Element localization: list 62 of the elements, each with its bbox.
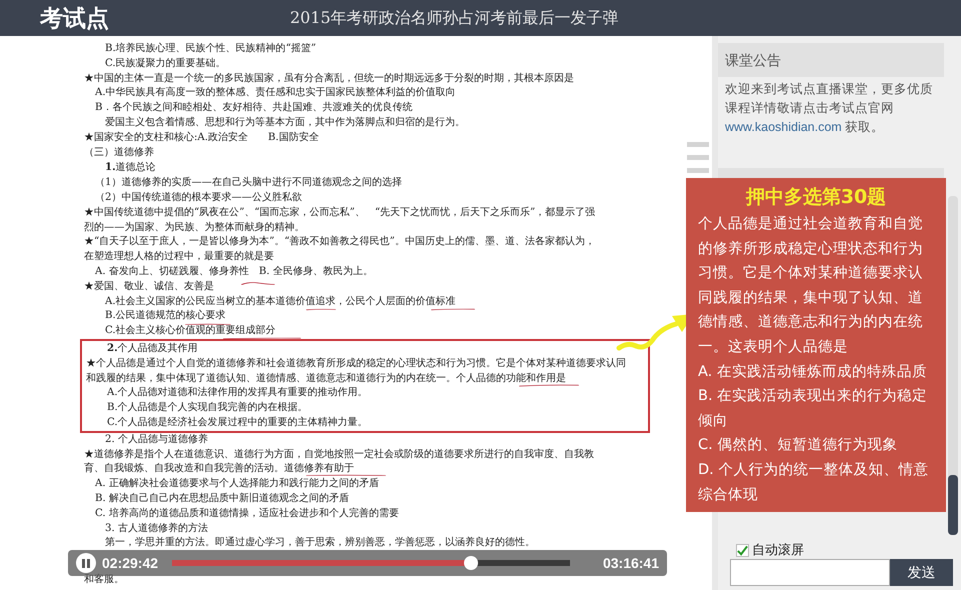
scrollbar[interactable] [948,196,958,535]
document-line: ★中国传统道德中提倡的“夙夜在公”、“国而忘家，公而忘私”、 “先天下之忧而忧，后天下之乐而乐”，都显示了强 [84,206,596,218]
document-line: 和客服。 [84,574,124,586]
document-line: 2. 个人品德与道德修养 [105,434,208,445]
document-line: 2.个人品德及其作用 [107,342,198,354]
checkbox[interactable] [736,544,749,556]
elapsed-time: 02:29:42 [102,554,160,572]
document-line: C. 培养高尚的道德品质和道德情操，适应社会进步和个人完善的需要 [95,508,399,519]
website-link[interactable]: www.kaoshidian.com [725,120,842,134]
total-time: 03:16:41 [602,554,659,572]
answer-option: C. 偶然的、短暂道德行为现象 [698,433,934,458]
document-line: B.个人品德是个人实现自我完善的内在根据。 [107,402,308,414]
pause-button[interactable] [76,553,96,573]
document-line: （三）道德修养 [84,146,154,158]
document-line: 在塑造理想人格的过程中，最重要的就是要 [84,251,274,262]
side-handle-icon[interactable] [687,142,709,173]
document-line: ★中国的主体一直是一个统一的多民族国家，虽有分合离乱，但统一的时期远远多于分裂的时期，其根本原因是 [84,72,574,84]
card-title: 押中多选第30题 [744,185,888,210]
answer-option: A. 在实践活动锤炼而成的特殊品质 [698,360,934,384]
document-line: 爱国主义包含着情感、思想和行为等基本方面，其中作为落脚点和归宿的是行为。 [105,116,465,128]
checkbox-label: 自动滚屏 [752,541,804,560]
document-line: ★“自天子以至于庶人，一是皆以修身为本”。“善政不如善教之得民也”。中国历史上的儒、墨、道、法各家都认为， [84,236,595,248]
announcement-text: 欢迎来到考试点直播课堂，更多优质课程详情敬请点击考试点官网 www.kaoshidian.com 获取。 [724,81,934,136]
document-line: ★个人品德是通过个人自觉的道德修养和社会道德教育所形成的稳定的心理状态和行为习惯。它是个体对某种道德要求认同和践履的结果，集中体现了道德认知、道德情感、道德意志和道德行为的内在统一。个人品德的功能和作用是 [86,358,626,384]
answer-option: B. 在实践活动表现出来的行为稳定倾向 [698,384,934,434]
document-line: B.公民道德规范的核心要求 [105,310,226,322]
document-line: C.民族凝聚力的重要基础。 [105,58,226,69]
document-line: ★道德修养是指个人在道德意识、道德行为方面，自觉地按照一定社会或阶级的道德要求所进行的自我审度、自我教 [84,448,594,460]
message-input[interactable] [730,559,890,586]
underline-mark [518,384,580,387]
document-line: 育、自我锻炼、自我改造和自我完善的活动。道德修养有助于 [84,463,354,474]
document-line: A.社会主义国家的公民应当树立的基本道德价值追求，公民个人层面的价值标准 [105,296,456,307]
answer-option: D. 个人行为的统一整体及知、情意综合体现 [698,458,934,508]
document-line: C.个人品德是经济社会发展过程中的重要的主体精神力量。 [107,416,368,428]
send-button[interactable]: 发送 [890,559,953,586]
underline-mark [240,282,276,285]
underline-mark [305,308,337,311]
document-line: A. 奋发向上、切磋践履、修身养性 B. 全民修身、教民为上。 [95,266,373,277]
pause-icon [82,558,90,568]
document-line: B. 解决自己自己内在思想品质中新旧道德观念之间的矛盾 [95,492,349,504]
logo: 考试点 [40,4,109,33]
document-line: 3. 古人道德修养的方法 [105,522,208,534]
document-line: 第一，学思并重的方法。即通过虚心学习，善于思索，辨别善恶，学善惩恶，以涵养良好的德性。 [105,537,535,548]
underline-mark [184,323,232,326]
question-text: 个人品德是通过社会道教育和自觉的修养所形成稳定心理状态和行为习惯。它是个体对某种道德要求认同践履的结果，集中现了认知、道德情感、道德意志和行为的内在统一。这表明个人品德是 [698,214,924,357]
document-line: （1）道德修养的实质——在自己头脑中进行不同道德观念之间的选择 [95,177,402,188]
document-line: B．各个民族之间和睦相处、友好相待、共赴国难、共渡难关的优良传统 [95,102,412,114]
document-line: A. 正确解决社会道德要求与个人选择能力和践行能力之间的矛盾 [95,478,379,490]
document-line: A.个人品德对道德和法律作用的发挥具有重要的推动作用。 [107,387,368,398]
document-line: ★爱国、敬业、诚信、友善是 [84,280,214,292]
document-line: 烈的——为国家、为民族、为整体而献身的精神。 [84,222,304,233]
underline-mark [430,308,476,311]
panel-heading: 课堂公告 [718,43,944,77]
window-title: 2015年考研政治名师孙占河考前最后一发子弹 [290,7,619,29]
document-line: A.中华民族具有高度一致的整体感、责任感和忠实于国家民族整体利益的价值取向 [95,87,456,98]
document-line: （2）中国传统道德的根本要求——公义胜私欲 [95,192,302,203]
document-line: 1.道德总论 [105,162,156,174]
progress-handle[interactable] [464,556,478,570]
document-line: B.培养民族心理、民族个性、民族精神的“摇篮” [105,43,316,54]
document-line: C.社会主义核心价值观的重要组成部分 [105,325,276,336]
document-line: ★国家安全的支柱和核心:A.政治安全 B.国防安全 [84,132,319,143]
checkmark-icon [737,544,748,556]
